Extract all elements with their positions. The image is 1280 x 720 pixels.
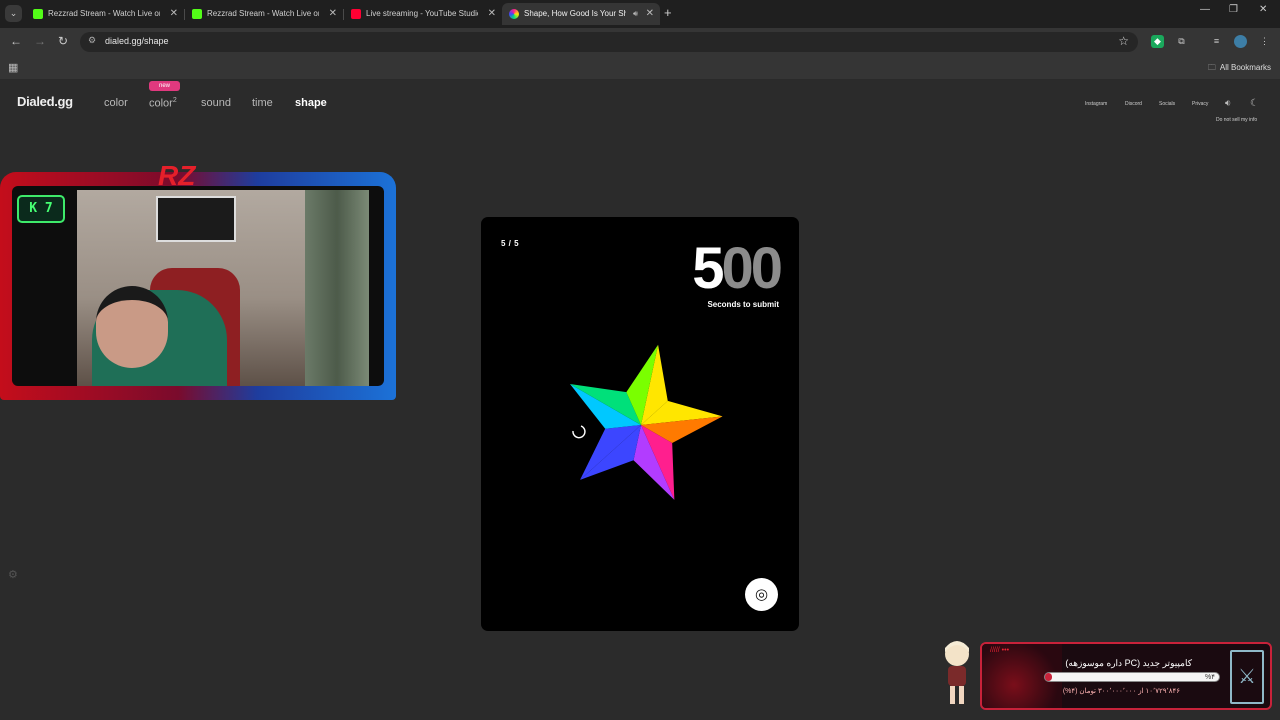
forward-icon[interactable]: → [34,34,46,48]
kick-badge: K 7 [17,195,65,223]
nav-color2-label: color [149,97,173,110]
close-icon[interactable]: ✕ [329,3,337,25]
new-badge: new [149,81,180,91]
media-control-icon[interactable]: ≡ [1210,35,1223,48]
url-text[interactable]: dialed.gg/shape [105,36,169,46]
timer-label: Seconds to submit [707,300,779,309]
tab-title: Shape, How Good Is Your Shape Memory? [524,9,626,18]
dialed-icon [509,9,519,19]
donation-progress-fill [1045,673,1052,681]
donation-percent: %۴ [1205,674,1215,681]
webcam-overlay: RZ K 7 [0,160,396,400]
all-bookmarks-button[interactable]: 🗀 All Bookmarks [1208,62,1271,76]
submit-button[interactable]: ◎ [745,578,778,611]
donation-progress-bar: %۴ [1044,672,1220,682]
browser-tab-bar: ⌄ Rezzrad Stream - Watch Live on Kick ✕ … [0,0,1280,28]
address-bar-row: ← → ↻ ⚙ dialed.gg/shape ☆ ◆ ⧉ ≡ ⋮ [0,28,1280,56]
timer-lit-digit: 5 [692,236,724,301]
wall-poster [156,196,236,242]
stripe-decoration: ///// ••• [990,647,1010,654]
privacy-link[interactable]: Privacy [1192,101,1208,107]
omnibox[interactable]: ⚙ dialed.gg/shape ☆ [80,32,1138,52]
nav-sound[interactable]: sound [201,97,231,109]
youtube-icon [351,9,361,19]
dark-mode-icon[interactable]: ☾ [1250,98,1259,109]
speaker-icon[interactable]: 🔊︎ [633,3,638,25]
nav-shape[interactable]: shape [295,97,327,109]
tab-title: Rezzrad Stream - Watch Live on Kick [207,9,319,18]
rz-logo: RZ [158,160,196,191]
folder-icon: 🗀 [1207,63,1216,72]
nav-color[interactable]: color [104,97,128,109]
do-not-sell-link[interactable]: Do not sell my info [1216,117,1257,123]
shield-extension-icon[interactable]: ◆ [1151,35,1164,48]
countdown-timer: 500 [692,236,783,301]
tab-kick-2[interactable]: Rezzrad Stream - Watch Live on Kick ✕ [185,3,343,25]
site-logo[interactable]: Dialed.gg [17,94,73,109]
tab-kick-1[interactable]: Rezzrad Stream - Watch Live on Kick ✕ [26,3,184,25]
restore-icon[interactable]: ❐ [1229,4,1238,15]
socials-link[interactable]: Socials [1159,101,1175,107]
bookmark-star-icon[interactable]: ☆ [1118,34,1129,48]
tab-youtube-studio[interactable]: Live streaming - YouTube Studio ✕ [344,3,502,25]
discord-link[interactable]: Discord [1125,101,1142,107]
instagram-link[interactable]: Instagram [1085,101,1107,107]
cursor-spinner-icon [572,425,586,439]
nav-color2-sup: 2 [172,97,177,104]
tab-title: Rezzrad Stream - Watch Live on Kick [48,9,160,18]
tab-title: Live streaming - YouTube Studio [366,9,478,18]
donation-amount: ۱۰٬۷۲۹٬۸۴۶ از ۳۰۰٬۰۰۰٬۰۰۰ تومان (۴%) [1062,688,1180,695]
settings-gear-icon[interactable]: ⚙ [8,568,18,581]
site-info-icon[interactable]: ⚙ [88,35,96,46]
all-bookmarks-label: All Bookmarks [1219,63,1271,72]
donation-goal-widget: ///// ••• کامپیوتر جدید (PC داره موسوزهه… [980,642,1272,710]
window-close-icon[interactable]: ✕ [1259,4,1267,15]
chibi-mascot [945,641,969,704]
profile-avatar[interactable] [1234,35,1247,48]
nav-time[interactable]: time [252,97,273,109]
kick-icon [192,9,202,19]
apps-grid-icon[interactable]: ▦ [8,61,18,74]
new-tab-icon[interactable]: + [664,5,672,20]
shape-canvas[interactable] [551,337,731,517]
reload-icon[interactable]: ↻ [58,34,68,48]
timer-dim-digits: 00 [721,236,782,301]
round-counter: 5 / 5 [501,239,520,248]
donation-title: کامپیوتر جدید (PC داره موسوزهه) [1065,658,1192,668]
back-icon[interactable]: ← [10,34,22,48]
tab-dialed-shape[interactable]: Shape, How Good Is Your Shape Memory? 🔊︎… [502,3,660,25]
close-icon[interactable]: ✕ [488,3,496,25]
tab-search-icon[interactable]: ⌄ [5,5,22,22]
close-icon[interactable]: ✕ [170,3,178,25]
close-icon[interactable]: ✕ [646,3,654,25]
colored-star-shape[interactable] [569,344,723,500]
minimize-icon[interactable]: — [1200,4,1210,15]
target-icon: ◎ [754,586,769,603]
menu-icon[interactable]: ⋮ [1258,35,1271,48]
bookmarks-bar: ▦ 🗀 All Bookmarks [0,56,1280,80]
nav-color2[interactable]: color2 [149,97,177,110]
game-card: 5 / 5 500 Seconds to submit ◎ [481,217,799,631]
sound-toggle-icon[interactable]: 🔉︎ [1225,98,1231,109]
kick-icon [33,9,43,19]
wings-emblem-icon: ⚔ [1230,650,1264,704]
extensions-icon[interactable]: ⧉ [1175,35,1188,48]
